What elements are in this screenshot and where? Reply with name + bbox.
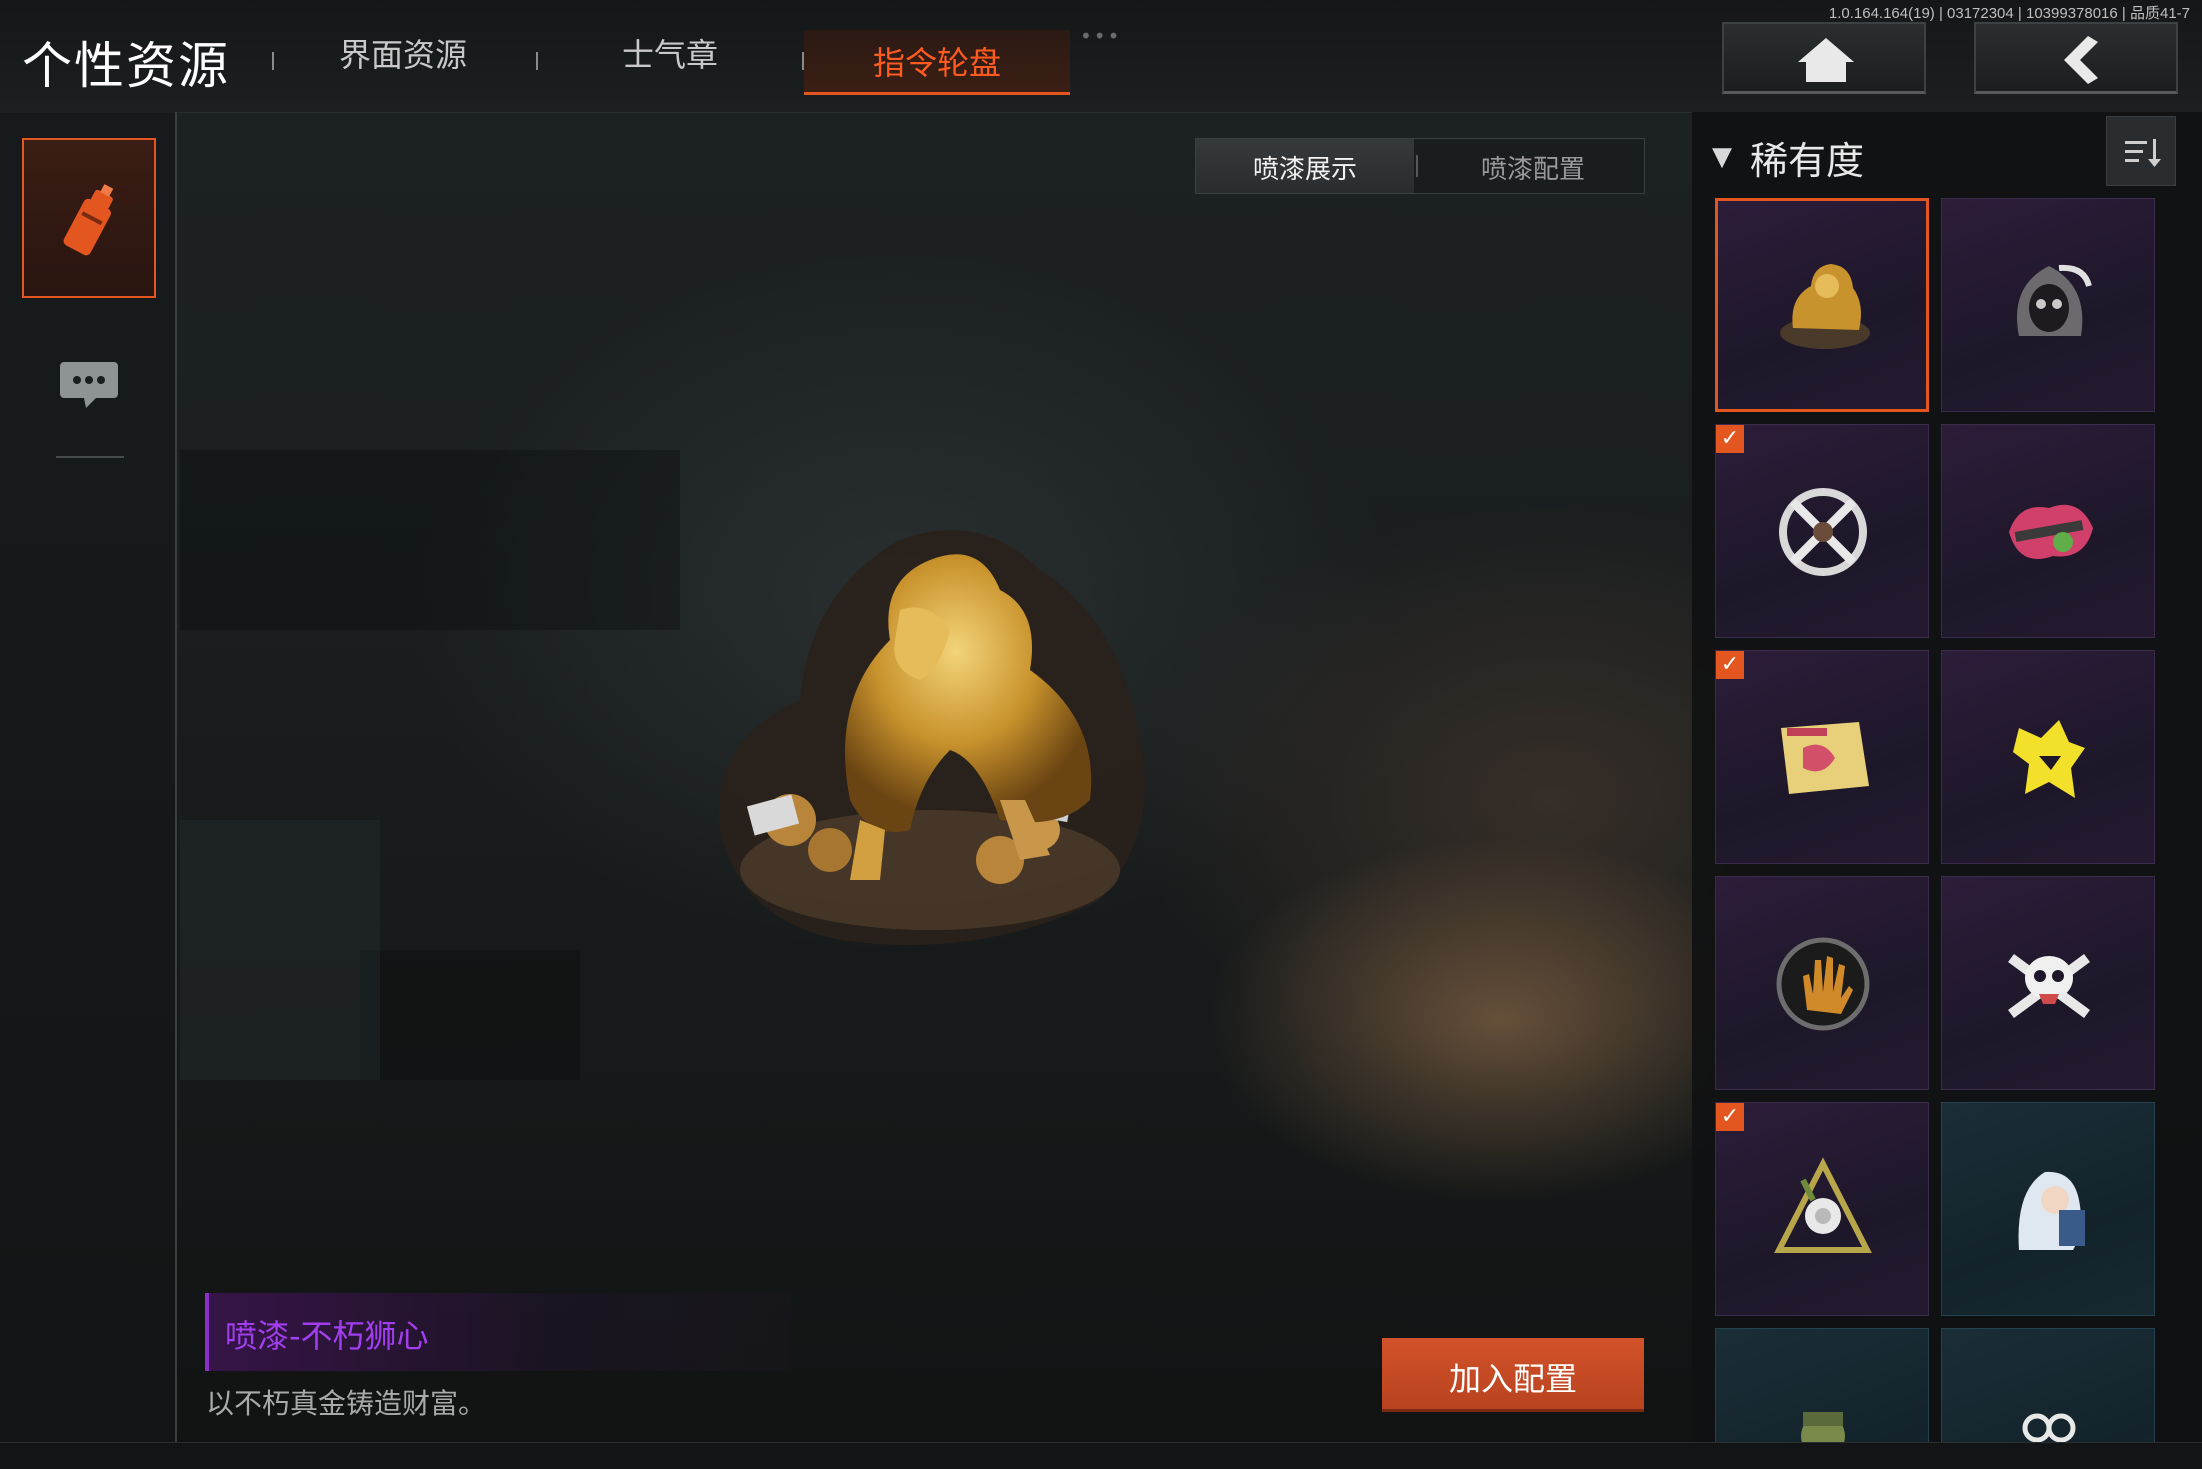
orange-tag-spray-icon — [2022, 1413, 2076, 1442]
tab-separator — [536, 52, 538, 70]
spray-preview — [680, 500, 1180, 970]
rose-triangle-spray-icon — [1774, 1157, 1872, 1253]
spray-list-panel: ▼ 稀有度 ✓ ✓ ✓ — [1692, 112, 2202, 1442]
equipped-check-icon: ✓ — [1716, 651, 1744, 679]
segment-spray-display-label: 喷漆展示 — [1252, 155, 1357, 185]
spray-view-toggle: 喷漆展示 喷漆配置 — [1195, 138, 1645, 194]
spray-item-anime-girl[interactable] — [1941, 1102, 2155, 1316]
background-wall — [180, 820, 380, 1080]
handprint-badge-spray-icon — [1776, 937, 1870, 1031]
hooded-skull-spray-icon — [2017, 264, 2092, 336]
anime-girl-spray-icon — [2018, 1171, 2085, 1250]
chevron-down-icon: ▼ — [1712, 142, 1732, 172]
spray-item-golden-lion[interactable] — [1715, 198, 1929, 412]
background-crate — [360, 950, 580, 1080]
pink-splatter-gun-spray-icon — [2009, 504, 2093, 559]
tab-command-wheel[interactable]: 指令轮盘 — [804, 30, 1070, 95]
sort-button[interactable] — [2106, 116, 2176, 186]
page-title: 个性资源 — [22, 37, 230, 95]
segment-spray-config-label: 喷漆配置 — [1480, 155, 1585, 185]
crossed-knives-spray-icon — [1779, 488, 1867, 576]
tab-interface-resources[interactable]: 界面资源 — [339, 30, 467, 76]
equipped-check-icon: ✓ — [1716, 1103, 1744, 1131]
segment-spray-config[interactable]: 喷漆配置 — [1420, 139, 1646, 193]
category-chat-button[interactable] — [22, 332, 156, 432]
spray-name: 喷漆-不朽狮心 — [225, 1317, 429, 1355]
back-chevron-icon — [2064, 36, 2098, 84]
tab-morale-badge[interactable]: 士气章 — [622, 30, 718, 76]
category-spray-button[interactable] — [22, 138, 156, 298]
rail-divider — [56, 456, 124, 458]
spray-item-handprint-badge[interactable] — [1715, 876, 1929, 1090]
map-sticker-spray-icon — [1781, 722, 1869, 794]
tab-separator — [272, 52, 274, 70]
equipped-check-icon: ✓ — [1716, 425, 1744, 453]
spray-item-hooded-skull[interactable] — [1941, 198, 2155, 412]
chat-bubble-icon — [60, 362, 118, 408]
background-building-silhouette — [180, 450, 680, 630]
spray-can-icon — [63, 184, 114, 256]
more-dots-icon: ••• — [1080, 24, 1122, 48]
back-button[interactable] — [1974, 22, 2178, 94]
golden-lion-spray-icon — [1780, 264, 1870, 349]
spray-grid: ✓ ✓ ✓ — [1715, 198, 2155, 1442]
skull-crossbones-spray-icon — [2008, 953, 2090, 1019]
yellow-wolf-spray-icon — [2013, 720, 2085, 798]
home-icon — [1798, 38, 1854, 82]
tab-command-wheel-label: 指令轮盘 — [872, 44, 1001, 82]
version-info: 1.0.164.164(19) | 03172304 | 10399378016… — [1828, 5, 2190, 22]
golden-lion-spray-icon — [719, 530, 1145, 945]
left-category-rail — [0, 112, 177, 1442]
spray-item-yellow-wolf[interactable] — [1941, 650, 2155, 864]
rarity-filter-label: 稀有度 — [1750, 139, 1865, 183]
spray-item-map-sticker[interactable]: ✓ — [1715, 650, 1929, 864]
add-to-config-button[interactable]: 加入配置 — [1382, 1338, 1644, 1412]
spray-item-skull-crossbones[interactable] — [1941, 876, 2155, 1090]
spray-item-pink-splatter-gun[interactable] — [1941, 424, 2155, 638]
segment-spray-display[interactable]: 喷漆展示 — [1196, 139, 1414, 193]
spray-item-crossed-knives[interactable]: ✓ — [1715, 424, 1929, 638]
top-bar: 1.0.164.164(19) | 03172304 | 10399378016… — [0, 0, 2202, 113]
spray-item-rose-triangle[interactable]: ✓ — [1715, 1102, 1929, 1316]
home-button[interactable] — [1722, 22, 1926, 94]
soldier-cartoon-spray-icon — [1801, 1412, 1845, 1442]
segment-separator — [1416, 155, 1418, 177]
spray-description: 以不朽真金铸造财富。 — [206, 1387, 487, 1420]
bottom-strip — [0, 1442, 2202, 1469]
spray-item-orange-tag[interactable] — [1941, 1328, 2155, 1442]
add-to-config-label: 加入配置 — [1448, 1360, 1577, 1398]
sort-icon — [2125, 139, 2161, 167]
spray-name-bar: 喷漆-不朽狮心 — [205, 1293, 791, 1371]
spray-item-soldier-cartoon[interactable] — [1715, 1328, 1929, 1442]
